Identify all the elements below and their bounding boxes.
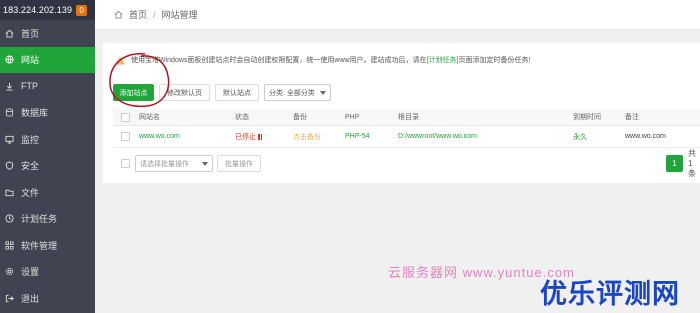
header-expire[interactable]: 到期时间 [573, 109, 601, 125]
breadcrumb-separator: / [153, 9, 156, 20]
notice-text-after: 页面添加定时备份任务! [458, 57, 531, 64]
folder-icon [5, 188, 14, 197]
sidebar-item-7[interactable]: 计划任务 [0, 206, 95, 233]
sidebar-item-5[interactable]: 安全 [0, 153, 95, 180]
home-icon [114, 10, 123, 19]
expire-link[interactable]: 永久 [573, 126, 587, 147]
header-php: PHP [345, 113, 360, 121]
sidebar-item-0[interactable]: 首页 [0, 20, 95, 47]
sidebar-item-label: 计划任务 [21, 214, 58, 225]
sidebar-item-3[interactable]: 数据库 [0, 100, 95, 127]
sidebar-item-6[interactable]: 文件 [0, 179, 95, 206]
monitor-icon [5, 135, 14, 144]
pager-total: 共1条 [688, 149, 696, 178]
category-select-value: 分类: 全部分类 [269, 89, 315, 97]
breadcrumb-home[interactable]: 首页 [129, 8, 147, 21]
warning-icon [115, 56, 125, 64]
category-select[interactable]: 分类: 全部分类 [264, 84, 331, 101]
sidebar-item-label: 文件 [21, 187, 40, 198]
sidebar-item-10[interactable]: 退出 [0, 285, 95, 312]
notification-badge[interactable]: 0 [76, 4, 88, 16]
add-site-button[interactable]: 添加站点 [113, 84, 154, 101]
site-table: 网站名 状态 备份 PHP 根目录 到期时间 备注 www.wo.com 已停止… [113, 109, 700, 148]
default-page-button[interactable]: 修改默认页 [159, 84, 210, 101]
notice-cron-link[interactable]: [计划任务] [427, 57, 459, 64]
database-icon [5, 108, 14, 117]
toolbar: 添加站点 修改默认页 默认站点 分类: 全部分类 [113, 84, 331, 101]
root-dir-link[interactable]: D:/wwwroot/www.wo.com [398, 126, 477, 147]
sidebar: 183.224.202.139 0 首页网站 FTP 数据库监控安全文件计划任务软件… [0, 0, 95, 313]
php-version-link[interactable]: PHP-54 [345, 126, 370, 147]
notice-text: 使用宝塔Windows面板创建站点时会自动创建权限配置，统一使用www用户。建站… [131, 57, 427, 64]
site-note[interactable]: www.wo.com [625, 126, 666, 147]
clock-icon [5, 214, 14, 223]
sidebar-item-2[interactable]: FTP [0, 73, 95, 100]
server-ip: 183.224.202.139 [3, 5, 73, 15]
batch-select[interactable]: 请选择批量操作 [135, 155, 213, 172]
sidebar-item-label: 数据库 [21, 108, 49, 119]
notice-bar: 使用宝塔Windows面板创建站点时会自动创建权限配置，统一使用www用户。建站… [115, 55, 530, 65]
batch-select-placeholder: 请选择批量操作 [140, 160, 189, 168]
sidebar-item-label: FTP [21, 81, 38, 92]
header-root[interactable]: 根目录 [398, 109, 419, 125]
table-footer: 请选择批量操作 批量操作 1 共1条 [113, 149, 700, 178]
table-row: www.wo.com 已停止 点击备份 PHP-54 D:/wwwroot/ww… [113, 126, 700, 148]
sidebar-item-label: 网站 [21, 55, 40, 66]
default-site-button[interactable]: 默认站点 [215, 84, 259, 101]
site-name-link[interactable]: www.wo.com [139, 126, 180, 147]
header-status[interactable]: 状态 [235, 109, 249, 125]
site-status-label: 已停止 [235, 133, 256, 141]
gear-icon [5, 267, 14, 276]
sidebar-item-label: 软件管理 [21, 240, 58, 251]
globe-icon [5, 55, 14, 64]
home-icon [5, 29, 14, 38]
sidebar-item-label: 设置 [21, 267, 40, 278]
grid-icon [5, 241, 14, 250]
sidebar-item-label: 首页 [21, 28, 40, 39]
sidebar-item-label: 安全 [21, 161, 40, 172]
pause-icon [258, 133, 262, 140]
chevron-down-icon [319, 90, 326, 95]
page-button-1[interactable]: 1 [666, 155, 683, 172]
sidebar-item-1[interactable]: 网站 [0, 46, 95, 73]
select-all-checkbox[interactable] [121, 112, 130, 122]
sidebar-item-8[interactable]: 软件管理 [0, 232, 95, 259]
sidebar-item-label: 退出 [21, 293, 40, 304]
row-checkbox[interactable] [121, 132, 130, 141]
chevron-down-icon [202, 161, 208, 166]
batch-operate-button[interactable]: 批量操作 [217, 155, 261, 172]
header-backup: 备份 [293, 114, 307, 121]
logout-icon [5, 294, 14, 303]
sidebar-nav: 首页网站 FTP 数据库监控安全文件计划任务软件管理设置退出 [0, 20, 95, 312]
footer-checkbox[interactable] [121, 159, 130, 168]
server-info: 183.224.202.139 0 [0, 0, 95, 20]
shield-icon [5, 161, 14, 171]
site-panel: 使用宝塔Windows面板创建站点时会自动创建权限配置，统一使用www用户。建站… [103, 43, 700, 183]
header-note: 备注 [625, 114, 639, 121]
breadcrumb: 首页 / 网站管理 [95, 0, 700, 30]
sidebar-item-label: 监控 [21, 134, 40, 145]
breadcrumb-current: 网站管理 [161, 10, 198, 20]
sidebar-item-9[interactable]: 设置 [0, 259, 95, 286]
main-content: 首页 / 网站管理 使用宝塔Windows面板创建站点时会自动创建权限配置，统一… [95, 0, 700, 313]
table-header: 网站名 状态 备份 PHP 根目录 到期时间 备注 [113, 109, 700, 126]
site-status[interactable]: 已停止 [235, 126, 262, 147]
sidebar-item-4[interactable]: 监控 [0, 126, 95, 153]
watermark-big: 优乐评测网 [540, 279, 680, 309]
header-name[interactable]: 网站名 [139, 109, 160, 125]
backup-link[interactable]: 点击备份 [293, 126, 321, 147]
ftp-icon [5, 82, 14, 91]
